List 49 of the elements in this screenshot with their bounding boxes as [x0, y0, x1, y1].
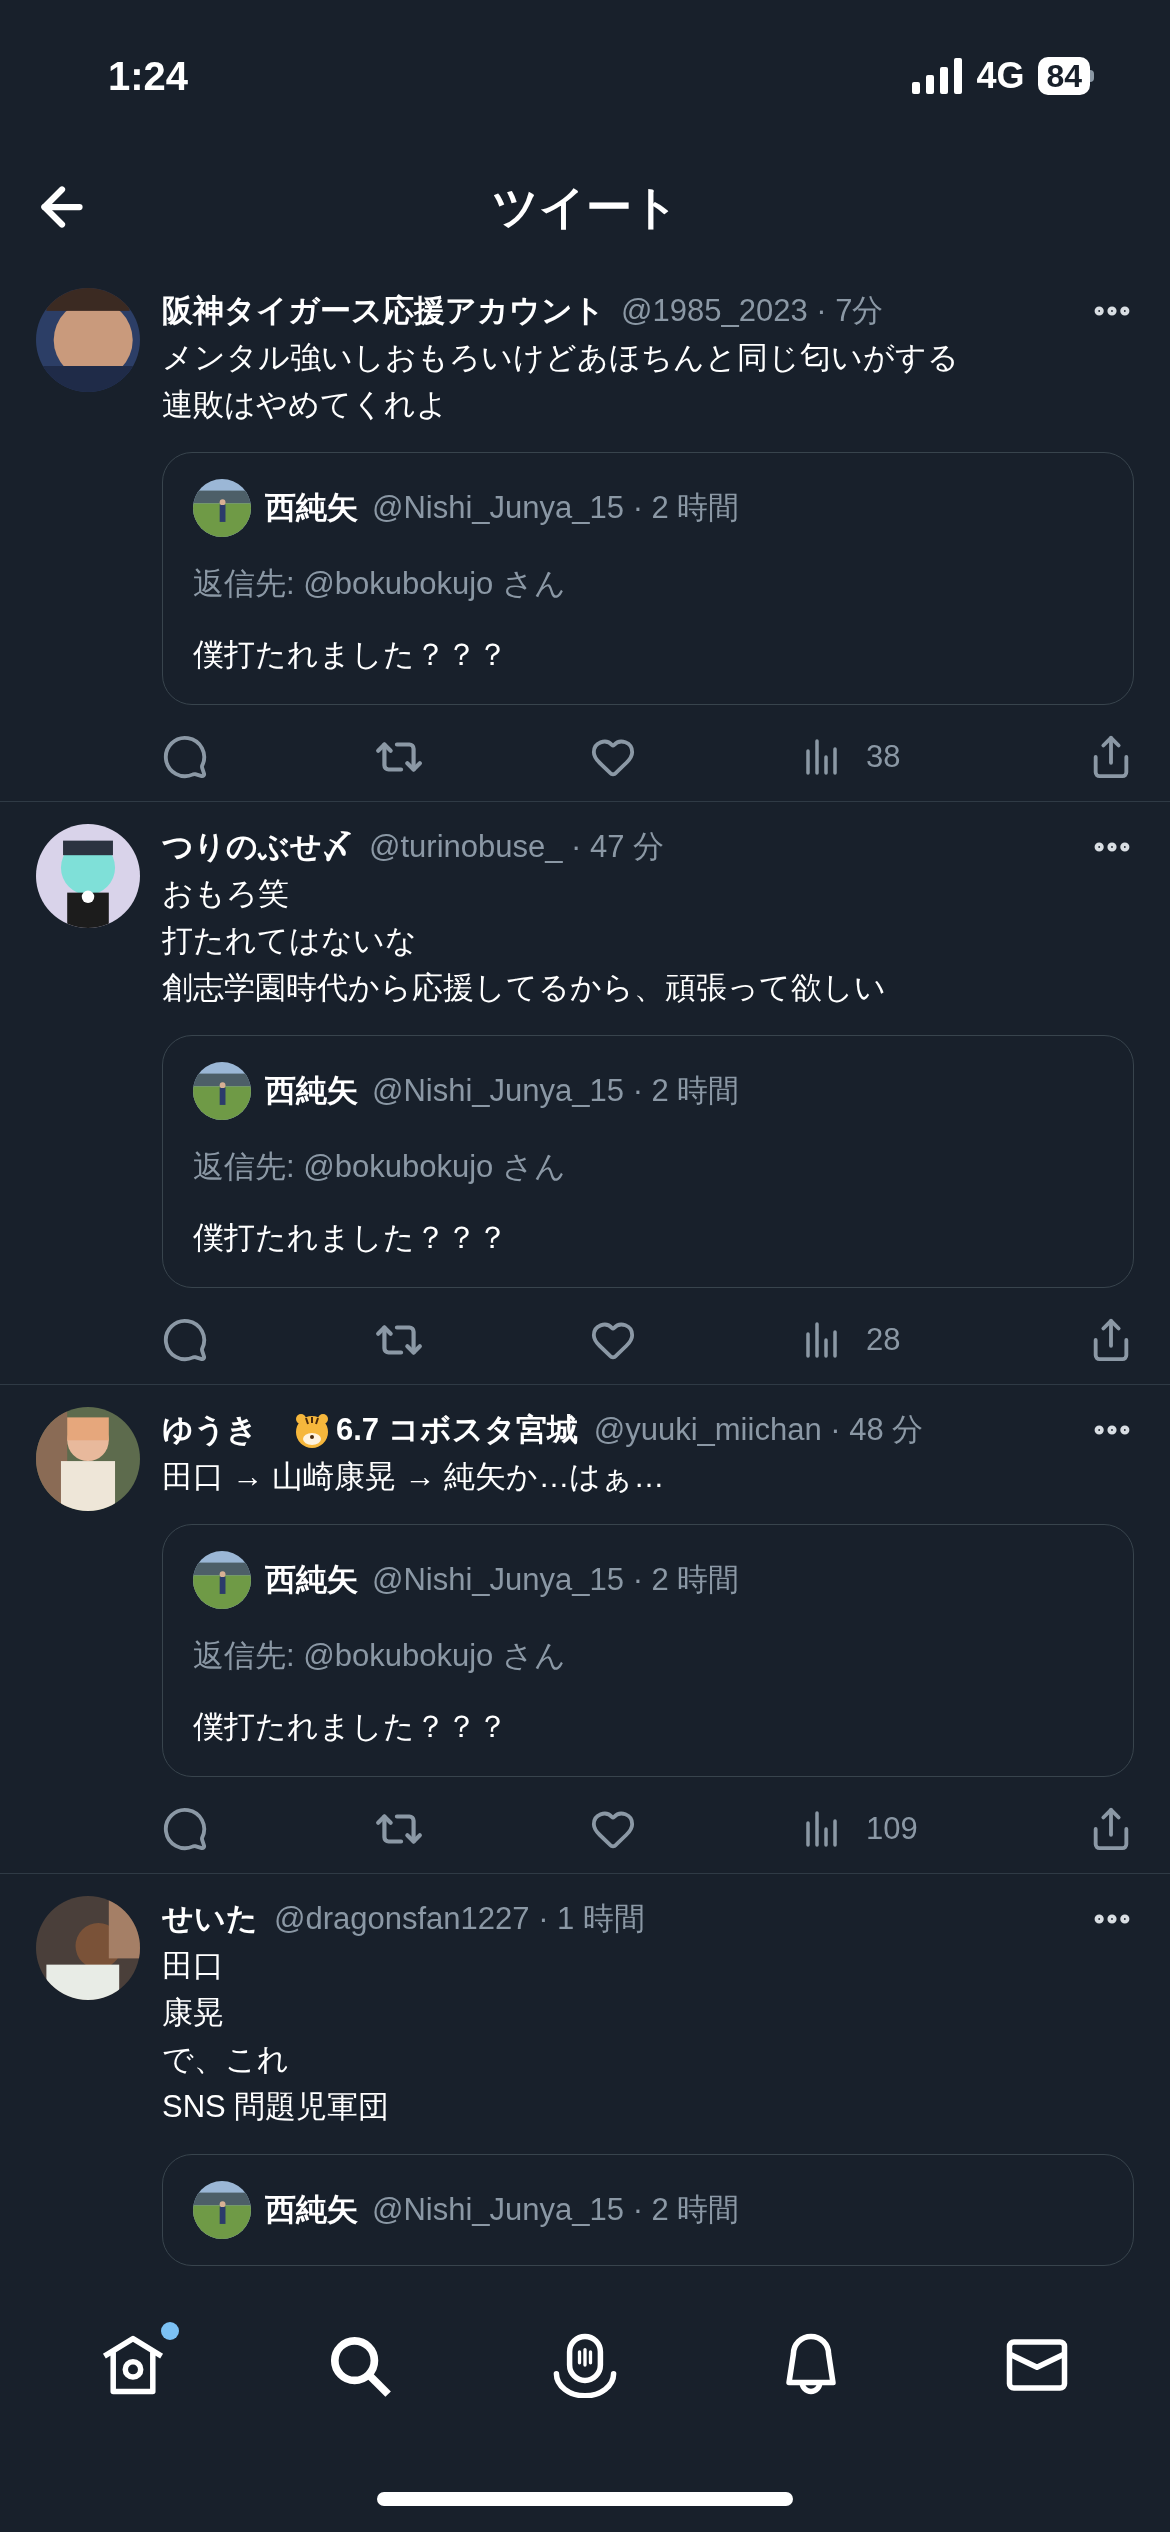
reply-icon[interactable]: [162, 734, 208, 780]
tweet-text: SNS 問題児軍団: [162, 2088, 391, 2126]
network-type: 4G: [976, 54, 1025, 98]
reply-icon[interactable]: [162, 1806, 208, 1852]
page-title: ツイート: [491, 179, 679, 235]
tweet-text: 連敗はやめてくれよ: [162, 386, 449, 424]
handle-and-time: @dragonsfan1227 · 1 時間: [274, 1899, 645, 1938]
views-button[interactable]: 28: [802, 1316, 922, 1364]
tweet-text: 田口 → 山崎康晃 → 純矢か…はぁ…: [162, 1458, 666, 1496]
reply-to-text: 返信先: @bokubokujo さん: [193, 565, 567, 603]
quoted-tweet[interactable]: 西純矢 @Nishi_Junya_15 · 2 時間 返信先: @bokubokujo さん 僕打たれました？？？: [162, 1524, 1134, 1777]
handle-and-time: @turinobuse_ · 47 分: [369, 827, 665, 866]
quoted-handle-and-time: @Nishi_Junya_15 · 2 時間: [372, 2190, 740, 2229]
quoted-user-name: 西純矢: [265, 1071, 358, 1110]
user-name: つりのぶせ〆: [162, 827, 353, 866]
views-button[interactable]: 109: [802, 1805, 922, 1853]
handle-and-time: @yuuki_miichan · 48 分: [593, 1410, 924, 1449]
tweet-text: 創志学園時代から応援してるから、頑張って欲しい: [162, 969, 887, 1007]
handle-and-time: @1985_2023 · 7分: [621, 291, 884, 330]
quoted-text: 僕打たれました？？？: [193, 1707, 509, 1746]
user-name: ゆうき: [162, 1410, 258, 1449]
quoted-user-name: 西純矢: [265, 1560, 358, 1599]
tweet-text: 打たれてはないな: [162, 922, 418, 960]
microphone-icon: [552, 2332, 618, 2398]
views-button[interactable]: 38: [802, 733, 922, 781]
tweet-text: メンタル強いしおもろいけどあほちんと同じ匂いがする: [162, 339, 960, 377]
quoted-tweet[interactable]: 西純矢 @Nishi_Junya_15 · 2 時間 返信先: @bokubokujo さん 僕打たれました？？？: [162, 1035, 1134, 1288]
quoted-user-name: 西純矢: [265, 488, 358, 527]
quoted-text: 僕打たれました？？？: [193, 1218, 509, 1257]
reply-to-text: 返信先: @bokubokujo さん: [193, 1637, 567, 1675]
tweet-text: 田口: [162, 1947, 225, 1985]
tweet-text: おもろ笑: [162, 875, 290, 913]
user-name: せいた: [162, 1899, 258, 1938]
reply-icon[interactable]: [162, 1317, 208, 1363]
battery-indicator: 84: [1038, 57, 1090, 95]
quoted-handle-and-time: @Nishi_Junya_15 · 2 時間: [372, 1560, 740, 1599]
reply-to-text: 返信先: @bokubokujo さん: [193, 1148, 567, 1186]
user-name-suffix: 6.7 コボスタ宮城: [336, 1410, 578, 1449]
quoted-handle-and-time: @Nishi_Junya_15 · 2 時間: [372, 1071, 740, 1110]
user-name: 阪神タイガース応援アカウント: [162, 291, 605, 330]
status-time: 1:24: [108, 53, 189, 100]
tweet-text: で、これ: [162, 2041, 290, 2079]
quoted-tweet[interactable]: 西純矢 @Nishi_Junya_15 · 2 時間: [162, 2154, 1134, 2266]
quoted-text: 僕打たれました？？？: [193, 635, 509, 674]
quoted-handle-and-time: @Nishi_Junya_15 · 2 時間: [372, 488, 740, 527]
signal-icon: [912, 58, 963, 94]
quoted-user-name: 西純矢: [265, 2190, 358, 2229]
tweet-text: 康晃: [162, 1994, 225, 2032]
quoted-tweet[interactable]: 西純矢 @Nishi_Junya_15 · 2 時間 返信先: @bokubokujo さん 僕打たれました？？？: [162, 452, 1134, 705]
